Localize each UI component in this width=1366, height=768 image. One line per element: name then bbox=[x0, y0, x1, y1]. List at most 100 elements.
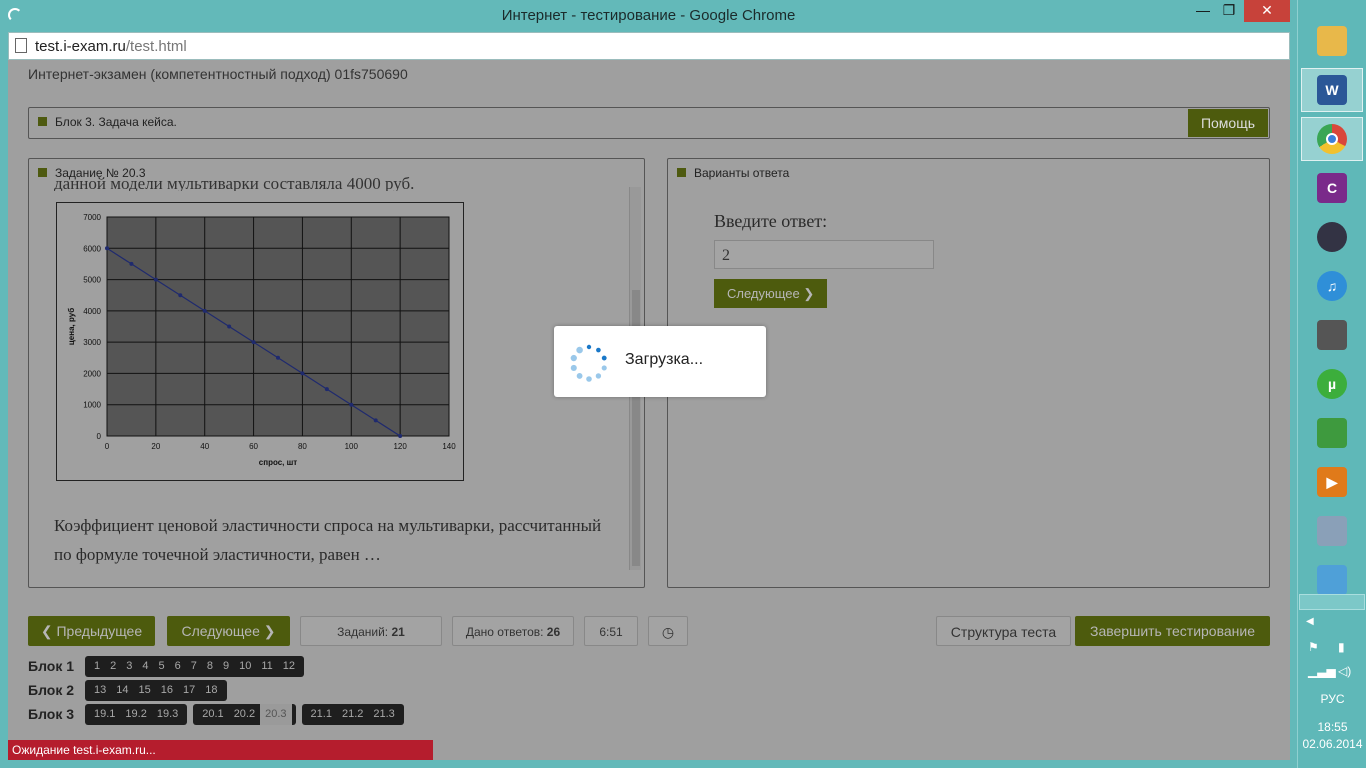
x-axis-label: спрос, шт bbox=[259, 458, 298, 467]
tasks-label: Заданий: bbox=[337, 625, 389, 639]
data-point bbox=[129, 261, 134, 266]
volume-icon[interactable]: ◁) bbox=[1338, 664, 1351, 678]
task-link[interactable]: 13 bbox=[89, 680, 111, 701]
data-point bbox=[300, 371, 305, 376]
spinner-dot bbox=[570, 364, 577, 371]
data-point bbox=[324, 387, 329, 392]
task-link[interactable]: 20.2 bbox=[229, 704, 260, 725]
answer-input[interactable]: 2 bbox=[714, 240, 934, 269]
task-link[interactable]: 16 bbox=[156, 680, 178, 701]
x-tick-label: 40 bbox=[200, 442, 209, 451]
task-link[interactable]: 1 bbox=[89, 656, 105, 677]
task-link[interactable]: 2 bbox=[105, 656, 121, 677]
block-panel: Блок 3. Задача кейса. Помощь bbox=[28, 107, 1270, 139]
task-link[interactable]: 3 bbox=[121, 656, 137, 677]
taskbar-button[interactable]: C bbox=[1301, 166, 1363, 210]
url-text[interactable]: test.i-exam.ru/test.html bbox=[35, 38, 187, 55]
taskbar-button[interactable]: ▶ bbox=[1301, 460, 1363, 504]
data-point bbox=[178, 293, 183, 298]
task-link[interactable]: 21.3 bbox=[368, 704, 399, 725]
spinner-dot bbox=[570, 354, 577, 362]
taskbar-button[interactable] bbox=[1301, 215, 1363, 259]
task-link[interactable]: 17 bbox=[178, 680, 200, 701]
paint-icon bbox=[1317, 565, 1347, 595]
task-link[interactable]: 19.3 bbox=[152, 704, 183, 725]
chevron-left-icon: ❮ bbox=[40, 623, 53, 639]
task-link[interactable]: 7 bbox=[186, 656, 202, 677]
taskbar-button[interactable] bbox=[1301, 411, 1363, 455]
maximize-button[interactable]: ❐ bbox=[1216, 0, 1242, 22]
task-link[interactable]: 11 bbox=[256, 656, 277, 677]
task-link[interactable]: 5 bbox=[154, 656, 170, 677]
x-tick-label: 140 bbox=[442, 442, 456, 451]
y-tick-label: 4000 bbox=[83, 307, 101, 316]
taskbar-button[interactable]: W bbox=[1301, 68, 1363, 112]
x-tick-label: 0 bbox=[105, 442, 110, 451]
taskbar-button[interactable]: ♫ bbox=[1301, 264, 1363, 308]
finish-button[interactable]: Завершить тестирование bbox=[1075, 616, 1270, 646]
task-link[interactable]: 19.2 bbox=[120, 704, 151, 725]
clock-date[interactable]: 02.06.2014 bbox=[1298, 737, 1366, 751]
prev-button[interactable]: ❮ Предыдущее bbox=[28, 616, 155, 646]
address-bar[interactable]: test.i-exam.ru/test.html bbox=[8, 32, 1290, 60]
camera-icon bbox=[1317, 516, 1347, 546]
language-indicator[interactable]: РУС bbox=[1298, 692, 1366, 706]
taskbar-button[interactable]: µ bbox=[1301, 362, 1363, 406]
search-globe-icon bbox=[1317, 418, 1347, 448]
structure-button[interactable]: Структура теста bbox=[936, 616, 1071, 646]
task-link[interactable]: 4 bbox=[137, 656, 153, 677]
block-group: 20.1 20.2 20.3 bbox=[193, 704, 296, 725]
task-link[interactable]: 9 bbox=[218, 656, 234, 677]
clock-button[interactable]: ◷ bbox=[648, 616, 688, 646]
task-link[interactable]: 18 bbox=[200, 680, 222, 701]
task-link[interactable]: 20.1 bbox=[197, 704, 228, 725]
block-group: 19.1 19.2 19.3 bbox=[85, 704, 188, 725]
taskbar-button[interactable] bbox=[1301, 509, 1363, 553]
app-c-icon: C bbox=[1317, 173, 1347, 203]
answers-count: Дано ответов: 26 bbox=[452, 616, 574, 646]
y-tick-label: 2000 bbox=[83, 369, 101, 378]
close-button[interactable]: ✕ bbox=[1244, 0, 1290, 22]
tray-expand-icon[interactable]: ◀ bbox=[1306, 616, 1314, 627]
help-button[interactable]: Помощь bbox=[1188, 109, 1268, 137]
demand-chart: 0 20 40 60 80 100 120 140 0 1000 2000 3000 4000 5000 6… bbox=[56, 202, 464, 481]
task-link[interactable]: 6 bbox=[170, 656, 186, 677]
taskbar-button[interactable] bbox=[1301, 313, 1363, 357]
taskbar-button[interactable] bbox=[1301, 19, 1363, 63]
task-link[interactable]: 21.2 bbox=[337, 704, 368, 725]
block-row: 1 2 3 4 5 6 7 8 9 10 11 12 bbox=[85, 656, 310, 677]
task-link[interactable]: 20.3 bbox=[260, 704, 292, 725]
page-icon bbox=[15, 38, 27, 53]
block-group: 21.1 21.2 21.3 bbox=[301, 704, 404, 725]
flag-icon[interactable]: ⚑ bbox=[1308, 640, 1319, 654]
data-point bbox=[105, 246, 109, 251]
battery-icon[interactable]: ▮ bbox=[1338, 640, 1345, 654]
data-point bbox=[398, 434, 403, 438]
network-icon[interactable]: ▁▃▅ bbox=[1308, 664, 1336, 678]
task-link[interactable]: 19.1 bbox=[89, 704, 120, 725]
task-link[interactable]: 14 bbox=[111, 680, 133, 701]
task-text-top: данной модели мультиварки составляла 400… bbox=[54, 177, 415, 191]
clock-icon: ◷ bbox=[661, 624, 675, 640]
x-tick-label: 120 bbox=[393, 442, 407, 451]
taskbar-scrollbar[interactable] bbox=[1299, 594, 1365, 610]
browser-window: Интернет - тестирование - Google Chrome … bbox=[0, 0, 1297, 768]
chevron-right-icon: ❯ bbox=[263, 623, 276, 639]
data-point bbox=[202, 308, 207, 313]
task-link[interactable]: 12 bbox=[278, 656, 300, 677]
next-button[interactable]: Следующее ❯ bbox=[167, 616, 290, 646]
task-link[interactable]: 8 bbox=[202, 656, 218, 677]
spinner-dot bbox=[601, 365, 607, 371]
task-link[interactable]: 10 bbox=[234, 656, 256, 677]
minimize-button[interactable]: — bbox=[1190, 0, 1216, 22]
answer-next-button[interactable]: Следующее ❯ bbox=[714, 279, 827, 308]
task-link[interactable]: 15 bbox=[134, 680, 156, 701]
taskbar-button[interactable] bbox=[1301, 117, 1363, 161]
square-icon bbox=[677, 168, 686, 177]
block-row-label: Блок 3 bbox=[28, 706, 75, 722]
block-row: 13 14 15 16 17 18 bbox=[85, 680, 233, 701]
status-bar: Ожидание test.i-exam.ru... bbox=[8, 740, 433, 760]
task-link[interactable]: 21.1 bbox=[306, 704, 337, 725]
answers-label: Дано ответов: bbox=[465, 625, 544, 639]
clock-time[interactable]: 18:55 bbox=[1298, 720, 1366, 734]
